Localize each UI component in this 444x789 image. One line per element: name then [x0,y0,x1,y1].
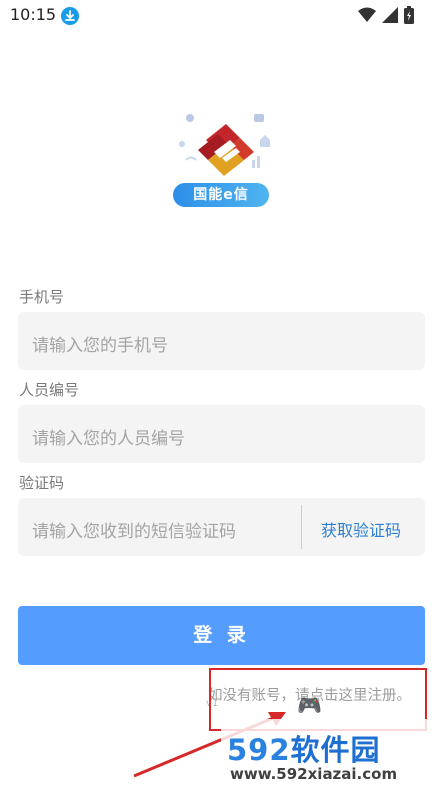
watermark-url: www.592xiazai.com [230,765,398,783]
watermark-logo-text: 软件园 [290,733,381,767]
watermark-logo-number: 592 [227,733,291,767]
watermark-logo: 592软件园 [227,727,381,769]
watermark: 🎮 592软件园 www.592xiazai.com [221,693,444,789]
annotation-arrow-icon [133,712,286,778]
gamepad-icon: 🎮 [297,693,322,717]
